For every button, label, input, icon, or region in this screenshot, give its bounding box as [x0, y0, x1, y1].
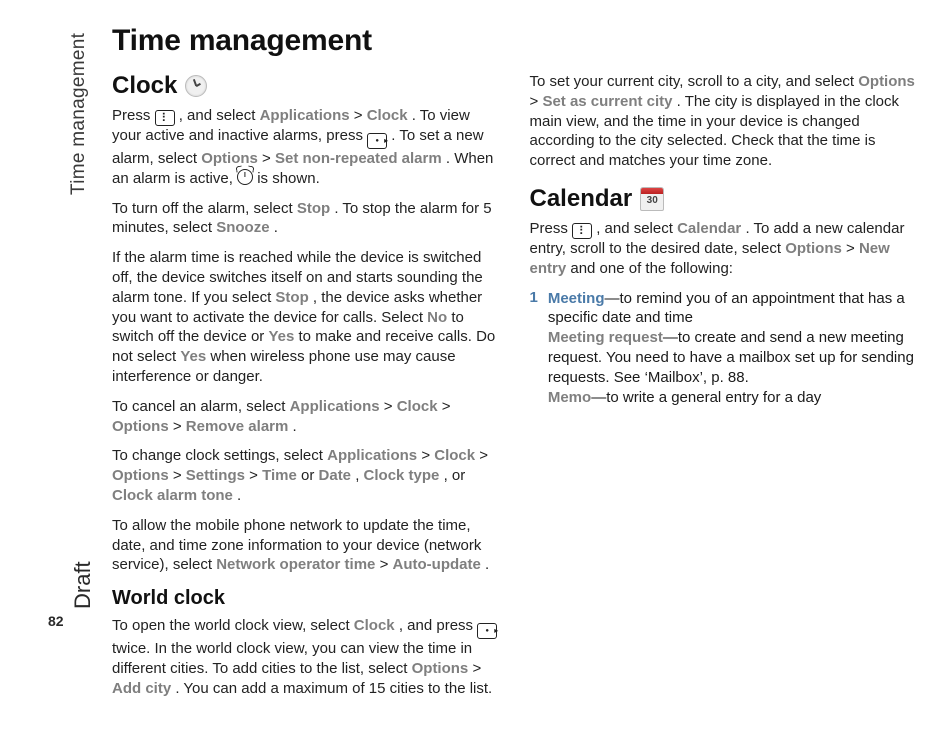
ui-clock: Clock: [367, 107, 408, 124]
world-clock-open-paragraph: To open the world clock view, select Clo…: [112, 616, 502, 698]
calendar-intro-paragraph: Press , and select Calendar . To add a n…: [530, 219, 920, 279]
ui-clock: Clock: [397, 398, 438, 415]
side-chapter-label: Time management: [68, 33, 90, 195]
alarm-active-icon: [237, 169, 253, 185]
clock-switchedoff-paragraph: If the alarm time is reached while the d…: [112, 248, 502, 387]
ui-clock: Clock: [354, 617, 395, 634]
menu-key-icon: [155, 110, 175, 126]
ui-yes: Yes: [180, 348, 206, 365]
ui-snooze: Snooze: [216, 219, 269, 236]
clock-stop-paragraph: To turn off the alarm, select Stop . To …: [112, 199, 502, 239]
clock-cancel-paragraph: To cancel an alarm, select Applications …: [112, 397, 502, 437]
calendar-icon: [640, 187, 664, 211]
ui-meeting-request: Meeting request: [548, 329, 663, 346]
ui-clock-alarm-tone: Clock alarm tone: [112, 487, 233, 504]
ui-options: Options: [201, 150, 258, 167]
ui-options: Options: [112, 467, 169, 484]
ui-options: Options: [858, 73, 915, 90]
world-clock-set-city-paragraph: To set your current city, scroll to a ci…: [530, 72, 920, 171]
side-draft-label: Draft: [70, 561, 96, 609]
ui-remove-alarm: Remove alarm: [186, 418, 289, 435]
ui-set-non-repeated-alarm: Set non-repeated alarm: [275, 150, 442, 167]
ui-stop: Stop: [297, 200, 330, 217]
ui-network-operator-time: Network operator time: [216, 556, 375, 573]
content-flow: Time management Clock Press , and select…: [112, 24, 919, 716]
ui-stop: Stop: [275, 289, 308, 306]
list-body: Meeting—to remind you of an appointment …: [548, 289, 919, 408]
clock-icon: [185, 75, 207, 97]
page-title: Time management: [112, 24, 919, 58]
ui-applications: Applications: [290, 398, 380, 415]
heading-clock-text: Clock: [112, 72, 177, 100]
manual-page: Time management Draft 82 Time management…: [0, 0, 933, 734]
ui-settings: Settings: [186, 467, 245, 484]
menu-key-icon: [572, 223, 592, 239]
ui-options: Options: [785, 240, 842, 257]
ui-no: No: [427, 309, 447, 326]
clock-settings-paragraph: To change clock settings, select Applica…: [112, 446, 502, 505]
ui-options: Options: [112, 418, 169, 435]
ui-add-city: Add city: [112, 680, 171, 697]
heading-calendar-text: Calendar: [530, 185, 633, 213]
ui-date: Date: [319, 467, 352, 484]
ui-applications: Applications: [327, 447, 417, 464]
ui-yes: Yes: [268, 328, 294, 345]
ui-meeting: Meeting: [548, 290, 605, 307]
ui-auto-update: Auto-update: [393, 556, 481, 573]
ui-set-as-current-city: Set as current city: [542, 93, 672, 110]
heading-calendar: Calendar: [530, 185, 920, 213]
ui-memo: Memo: [548, 389, 591, 406]
ui-options: Options: [412, 660, 469, 677]
ui-calendar: Calendar: [677, 220, 741, 237]
clock-intro-paragraph: Press , and select Applications > Clock …: [112, 106, 502, 189]
calendar-list-item-1: 1 Meeting—to remind you of an appointmen…: [530, 289, 920, 408]
dpad-key-icon: [477, 623, 497, 639]
ui-clock: Clock: [434, 447, 475, 464]
ui-applications: Applications: [260, 107, 350, 124]
heading-clock: Clock: [112, 72, 502, 100]
heading-world-clock: World clock: [112, 587, 502, 610]
page-number: 82: [48, 613, 64, 629]
ui-clock-type: Clock type: [364, 467, 440, 484]
list-number: 1: [530, 289, 538, 408]
ui-time: Time: [262, 467, 297, 484]
clock-network-time-paragraph: To allow the mobile phone network to upd…: [112, 516, 502, 575]
dpad-key-icon: [367, 133, 387, 149]
